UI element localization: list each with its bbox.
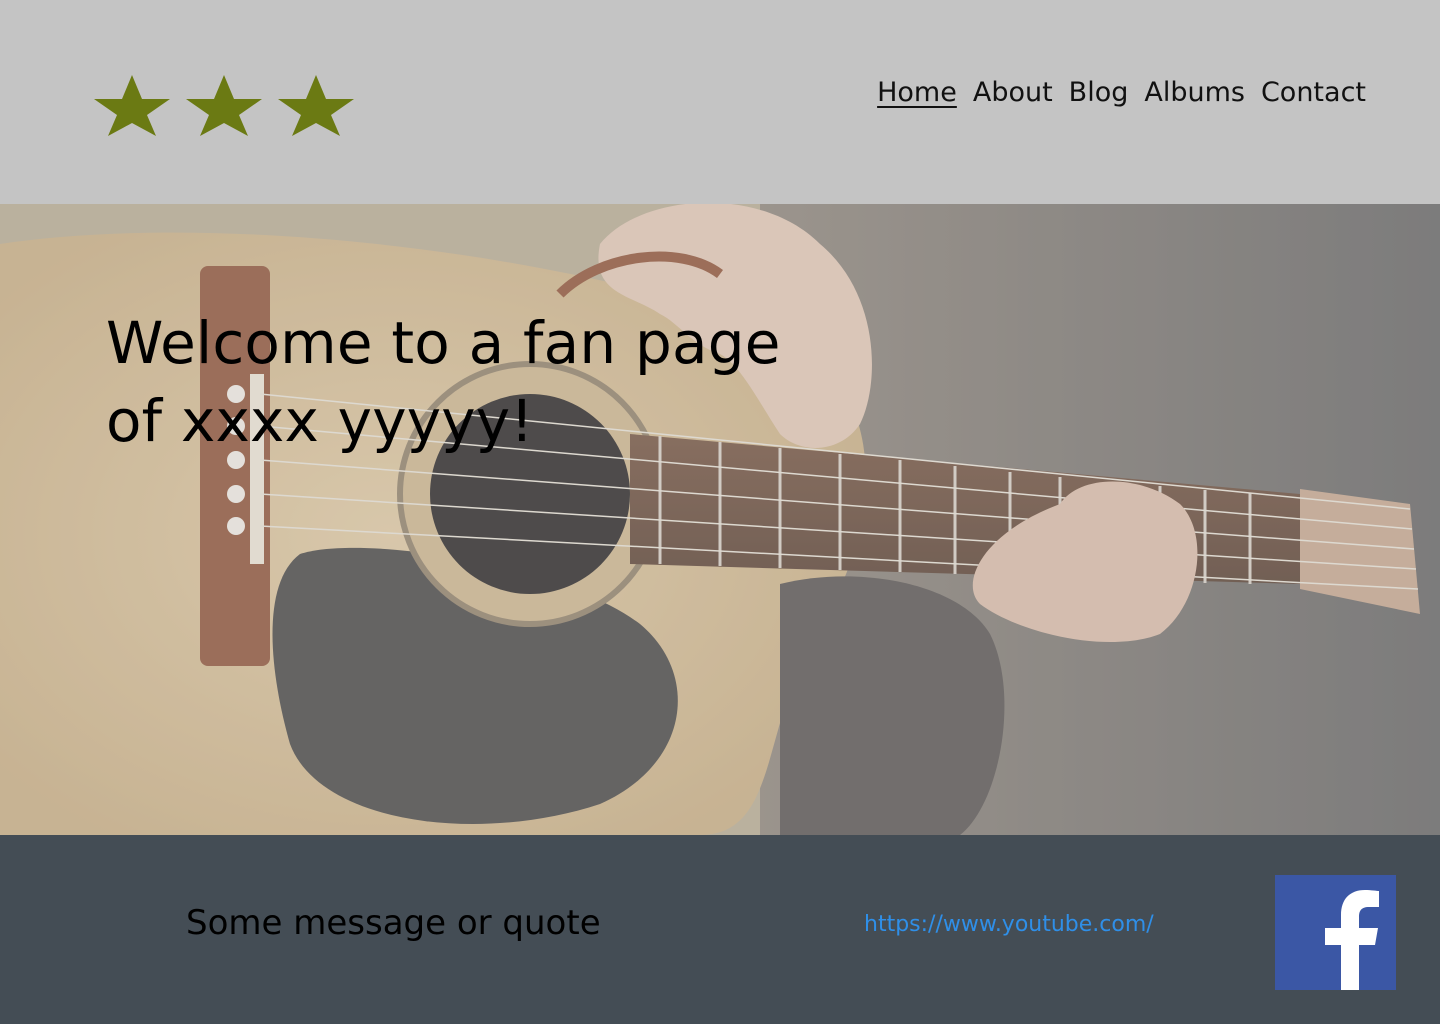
star-icon [278,75,354,136]
hero-title: Welcome to a fan page of xxxx yyyyy! [106,304,906,460]
hero-banner: Welcome to a fan page of xxxx yyyyy! [0,204,1440,835]
footer-quote: Some message or quote [186,903,601,943]
site-header: Home About Blog Albums Contact [0,0,1440,204]
star-icon [94,75,170,136]
facebook-link[interactable] [1275,875,1396,990]
main-nav: Home About Blog Albums Contact [877,74,1366,112]
facebook-icon [1275,875,1396,990]
nav-albums[interactable]: Albums [1144,74,1245,112]
nav-home[interactable]: Home [877,74,957,112]
logo-stars[interactable] [90,72,358,138]
hero-title-line2: of xxxx yyyyy! [106,387,534,455]
nav-blog[interactable]: Blog [1069,74,1129,112]
site-footer: Some message or quote https://www.youtub… [0,835,1440,1024]
star-icon [186,75,262,136]
nav-contact[interactable]: Contact [1261,74,1366,112]
hero-title-line1: Welcome to a fan page [106,309,781,377]
youtube-link[interactable]: https://www.youtube.com/ [864,912,1154,938]
nav-about[interactable]: About [973,74,1053,112]
